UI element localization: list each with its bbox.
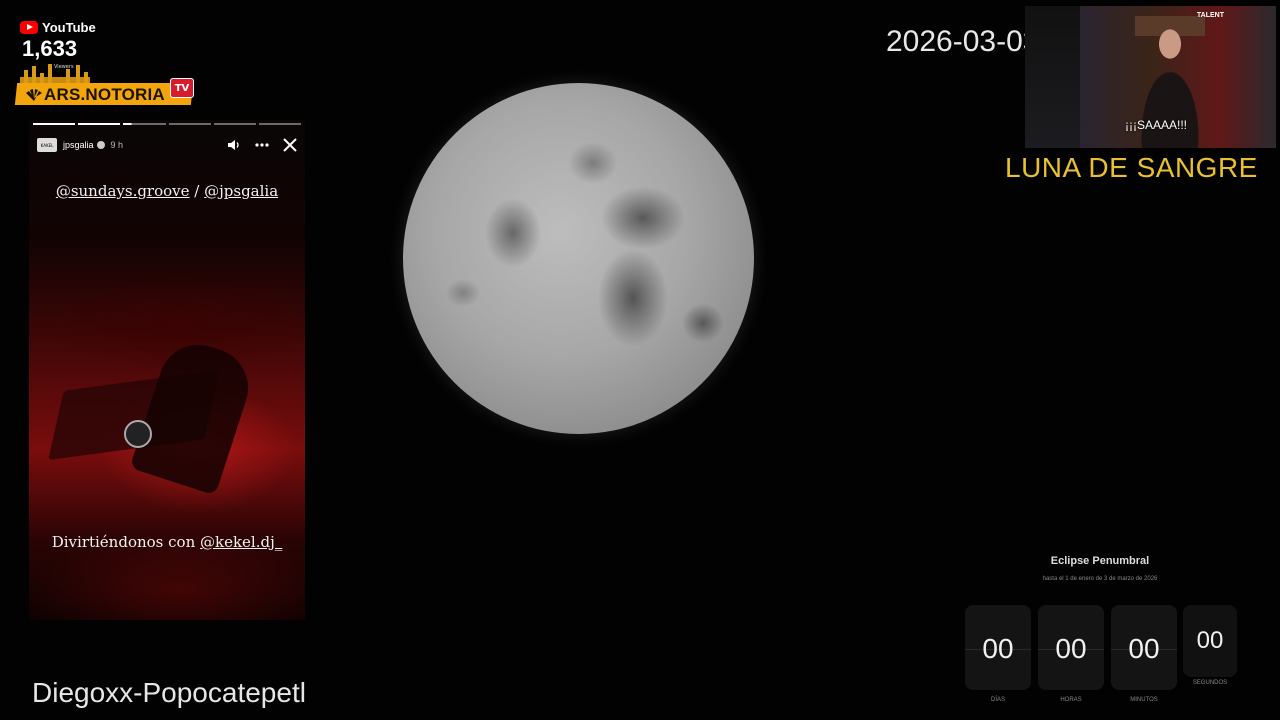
youtube-logo: YouTube: [20, 20, 96, 35]
mention-separator: /: [189, 182, 205, 200]
tv-badge: TV: [170, 78, 194, 98]
story-username[interactable]: jpsgalia: [63, 140, 94, 150]
platform-name: YouTube: [42, 20, 96, 35]
countdown-days-value: 00: [982, 633, 1014, 664]
countdown-hours-label: HORAS: [1060, 697, 1082, 703]
mention-jpsgalia[interactable]: @jpsgalia: [204, 182, 278, 200]
caption-text: Divirtiéndonos con: [51, 533, 200, 551]
pip-caption: ¡¡¡SAAAA!!!: [1125, 118, 1188, 132]
countdown-seconds-value: 00: [1196, 627, 1224, 654]
viewer-count: 1,633: [22, 36, 78, 61]
story-mention-tags: @sundays.groove / @jpsgalia: [29, 182, 305, 200]
moon-image: [403, 83, 754, 434]
close-icon[interactable]: [283, 138, 297, 152]
countdown-minutes-label: MINUTOS: [1130, 697, 1158, 703]
dj-silhouette: [129, 334, 259, 496]
countdown-seconds-label: SEGUNDOS: [1192, 680, 1228, 686]
story-header: KAKEL jpsgalia 9 h: [37, 136, 297, 154]
youtube-play-icon: [20, 21, 38, 34]
countdown-minutes-value: 00: [1128, 633, 1160, 664]
picture-in-picture-video: TALENT ¡¡¡SAAAA!!!: [1025, 6, 1276, 148]
volume-icon[interactable]: [227, 139, 241, 151]
pip-brand: TALENT: [1196, 12, 1224, 19]
mention-kekel-dj[interactable]: @kekel.dj_: [200, 533, 282, 551]
countdown-hours-value: 00: [1055, 633, 1087, 664]
story-panel: KAKEL jpsgalia 9 h @sundays.groove / @jp…: [29, 120, 305, 620]
countdown-minutes: 00: [1111, 605, 1177, 690]
peacock-logo-icon: [26, 89, 42, 101]
countdown-title: Eclipse Penumbral: [1050, 555, 1150, 567]
story-time: 9 h: [110, 140, 124, 150]
verified-icon: [96, 141, 105, 149]
countdown-days: 00: [965, 605, 1031, 690]
blood-moon-label: LUNA DE SANGRE: [1005, 152, 1258, 183]
countdown-seconds: 00: [1183, 605, 1237, 677]
countdown-days-label: DÍAS: [990, 697, 1005, 703]
location-label: Diegoxx-Popocatepetl: [32, 677, 306, 708]
channel-name: ARS.NOTORIA: [44, 85, 165, 104]
story-progress: [33, 123, 302, 125]
mention-sundays-groove[interactable]: @sundays.groove: [56, 182, 190, 200]
countdown-subtitle: hasta el 1 de enero de 3 de marzo de 202…: [1042, 576, 1158, 582]
countdown-hours: 00: [1038, 605, 1104, 690]
viewer-label: Viewers: [54, 64, 74, 70]
avatar[interactable]: KAKEL: [37, 138, 57, 152]
more-icon[interactable]: [255, 143, 269, 147]
stream-badge: YouTube 1,633 Viewers ARS.NOTORIA TV: [14, 20, 194, 108]
turntable-graphic: [124, 420, 152, 448]
story-caption: Divirtiéndonos con @kekel.dj_: [29, 533, 305, 551]
